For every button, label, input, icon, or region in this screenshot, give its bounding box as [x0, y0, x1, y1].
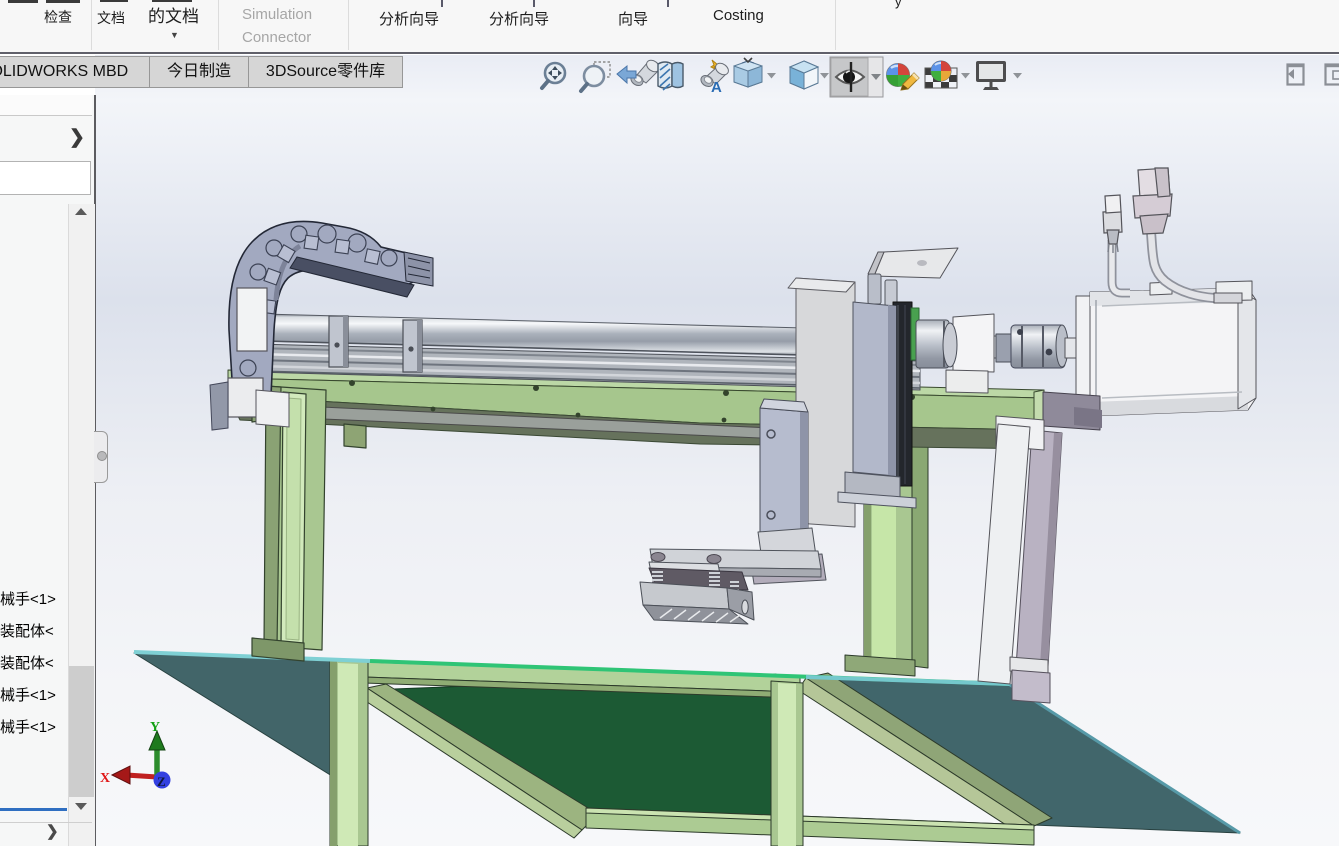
svg-text:Z: Z: [157, 774, 166, 789]
svg-text:X: X: [100, 771, 110, 786]
svg-text:Y: Y: [150, 720, 160, 735]
